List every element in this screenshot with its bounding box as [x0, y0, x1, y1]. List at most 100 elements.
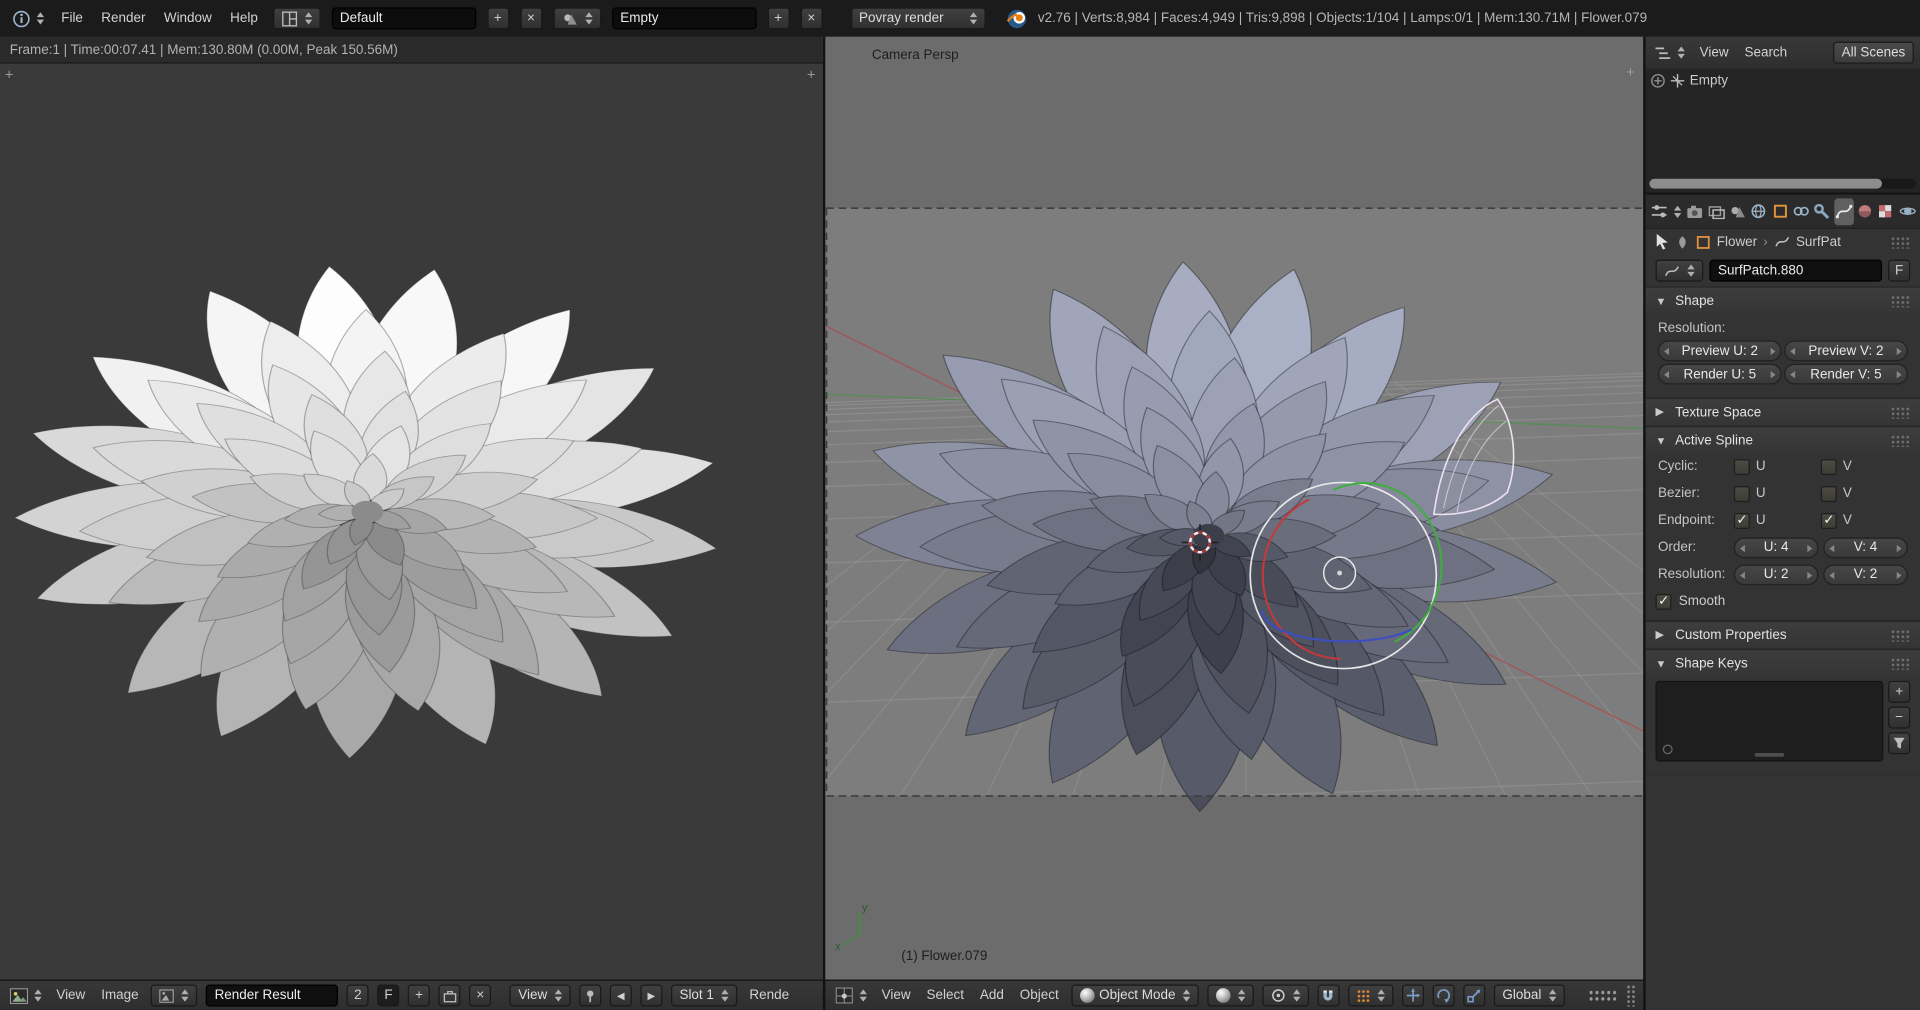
breadcrumb-data[interactable]: SurfPat	[1796, 234, 1841, 249]
add-shape-key-button[interactable]: +	[1888, 681, 1910, 703]
editor-type-image-button[interactable]	[7, 988, 44, 1004]
tab-constraints[interactable]	[1791, 198, 1811, 225]
region-expand-icon[interactable]: +	[5, 69, 14, 81]
tab-object[interactable]	[1770, 198, 1790, 225]
pin-button[interactable]	[579, 984, 601, 1006]
panel-custom-properties-header[interactable]: ▶ Custom Properties	[1646, 622, 1920, 648]
menu-view[interactable]: View	[878, 988, 914, 1003]
transform-orientation-dropdown[interactable]: Global	[1494, 984, 1565, 1006]
image-name-field[interactable]: Render Result	[206, 984, 338, 1006]
panel-texture-space-header[interactable]: ▶ Texture Space	[1646, 399, 1920, 425]
slot-dropdown[interactable]: Slot 1	[671, 984, 737, 1006]
render-v-field[interactable]: Render V: 5	[1784, 364, 1908, 385]
menu-image[interactable]: Image	[98, 988, 143, 1003]
outliner-item-empty[interactable]: Empty	[1646, 69, 1920, 93]
tab-render[interactable]	[1685, 198, 1705, 225]
bezier-u-checkbox[interactable]	[1734, 486, 1750, 502]
editor-type-info-button[interactable]	[10, 9, 47, 27]
delete-screen-layout-button[interactable]: ×	[520, 7, 542, 29]
outliner-display-dropdown[interactable]: All Scenes	[1833, 42, 1914, 64]
scrollbar-thumb[interactable]	[1649, 179, 1881, 189]
previous-slot-button[interactable]: ◀	[610, 984, 632, 1006]
menu-render[interactable]: Render	[98, 11, 150, 26]
cyclic-u-checkbox[interactable]	[1734, 459, 1750, 475]
region-expand-icon[interactable]: +	[807, 69, 816, 81]
menu-add[interactable]: Add	[976, 988, 1007, 1003]
menu-search[interactable]: Search	[1741, 45, 1791, 60]
editor-type-outliner-button[interactable]	[1652, 45, 1688, 61]
menu-object[interactable]: Object	[1016, 988, 1062, 1003]
tab-object-data[interactable]	[1834, 198, 1854, 225]
image-browse-button[interactable]	[151, 984, 198, 1006]
datablock-browse-button[interactable]	[1656, 260, 1704, 282]
tab-world[interactable]	[1749, 198, 1769, 225]
menu-help[interactable]: Help	[226, 11, 261, 26]
delete-scene-button[interactable]: ×	[800, 7, 822, 29]
order-u-field[interactable]: U: 4	[1734, 537, 1818, 558]
outliner-scrollbar[interactable]	[1649, 179, 1916, 189]
viewport-shading-dropdown[interactable]	[1207, 984, 1254, 1006]
cyclic-v-checkbox[interactable]	[1821, 459, 1837, 475]
tab-texture[interactable]	[1876, 198, 1896, 225]
preview-v-field[interactable]: Preview V: 2	[1784, 340, 1908, 361]
smooth-checkbox[interactable]	[1656, 593, 1672, 609]
header-drag-grip[interactable]	[1626, 984, 1636, 1006]
resolution-v-field[interactable]: V: 2	[1823, 564, 1907, 585]
shape-keys-list[interactable]	[1656, 681, 1884, 762]
order-v-field[interactable]: V: 4	[1823, 537, 1907, 558]
scale-manipulator-icon	[1467, 988, 1482, 1003]
snap-toggle-button[interactable]	[1318, 984, 1340, 1006]
menu-window[interactable]: Window	[160, 11, 215, 26]
manipulator-scale-button[interactable]	[1463, 984, 1485, 1006]
screen-layout-field[interactable]: Default	[331, 7, 475, 29]
add-screen-layout-button[interactable]: +	[487, 7, 509, 29]
editor-type-3dview-button[interactable]	[833, 987, 870, 1004]
tab-render-layers[interactable]	[1706, 198, 1726, 225]
menu-select[interactable]: Select	[923, 988, 968, 1003]
tab-material[interactable]	[1855, 198, 1875, 225]
scene-field[interactable]: Empty	[612, 7, 756, 29]
list-resize-grip[interactable]	[1755, 753, 1784, 757]
panel-shape-keys-header[interactable]: ▼ Shape Keys	[1646, 650, 1920, 676]
new-image-button[interactable]: +	[408, 984, 430, 1006]
bezier-v-checkbox[interactable]	[1821, 486, 1837, 502]
panel-active-spline-header[interactable]: ▼ Active Spline	[1646, 427, 1920, 453]
tab-physics[interactable]	[1897, 198, 1917, 225]
add-scene-button[interactable]: +	[767, 7, 789, 29]
right-column: View Search All Scenes Empty	[1643, 37, 1920, 1010]
layers-widget[interactable]	[1588, 989, 1617, 1002]
screen-layout-browse-button[interactable]	[273, 7, 321, 29]
display-channels-dropdown[interactable]: View	[510, 984, 571, 1006]
tab-modifiers[interactable]	[1812, 198, 1832, 225]
next-slot-button[interactable]: ▶	[640, 984, 662, 1006]
shape-key-specials-button[interactable]	[1888, 732, 1910, 754]
tab-scene[interactable]	[1727, 198, 1747, 225]
render-engine-dropdown[interactable]: Povray render	[850, 7, 985, 29]
breadcrumb-object[interactable]: Flower	[1717, 234, 1757, 249]
preview-u-field[interactable]: Preview U: 2	[1658, 340, 1782, 361]
datablock-name-field[interactable]: SurfPatch.880	[1709, 260, 1882, 282]
menu-file[interactable]: File	[58, 11, 87, 26]
resolution-u-field[interactable]: U: 2	[1734, 564, 1818, 585]
pivot-point-dropdown[interactable]	[1262, 984, 1309, 1006]
endpoint-u-checkbox[interactable]	[1734, 512, 1750, 528]
remove-shape-key-button[interactable]: −	[1888, 707, 1910, 729]
snap-element-dropdown[interactable]	[1348, 984, 1393, 1006]
fake-user-button[interactable]: F	[377, 984, 399, 1006]
fake-user-button[interactable]: F	[1888, 260, 1910, 282]
manipulator-rotate-button[interactable]	[1433, 984, 1455, 1006]
render-u-field[interactable]: Render U: 5	[1658, 364, 1782, 385]
manipulator-translate-button[interactable]	[1402, 984, 1424, 1006]
scene-browse-button[interactable]	[553, 7, 601, 29]
pack-image-button[interactable]	[439, 984, 461, 1006]
menu-view[interactable]: View	[53, 988, 89, 1003]
menu-view[interactable]: View	[1696, 45, 1732, 60]
unlink-image-button[interactable]: ×	[469, 984, 491, 1006]
clipped-render-dropdown[interactable]: Rende	[746, 988, 793, 1003]
mode-dropdown[interactable]: Object Mode	[1071, 984, 1199, 1006]
editor-type-properties-button[interactable]	[1648, 203, 1684, 219]
endpoint-v-checkbox[interactable]	[1821, 512, 1837, 528]
image-users-button[interactable]: 2	[347, 984, 369, 1006]
panel-shape-header[interactable]: ▼ Shape	[1646, 288, 1920, 314]
region-expand-icon[interactable]: +	[1626, 66, 1635, 78]
